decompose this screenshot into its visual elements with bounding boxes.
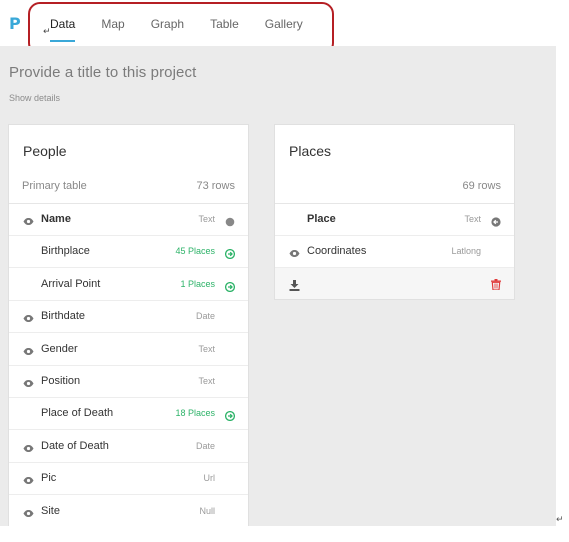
field-row[interactable]: Name Text [9, 204, 248, 236]
arrow-right-icon[interactable] [224, 246, 236, 260]
table-title[interactable]: Places [289, 143, 331, 159]
field-name[interactable]: Position [41, 375, 80, 387]
tab-graph[interactable]: Graph [151, 17, 184, 31]
bottom-strip [0, 526, 569, 542]
field-name[interactable]: Coordinates [307, 245, 366, 257]
field-name[interactable]: Name [41, 213, 71, 225]
return-mark-icon: ↵ [556, 514, 564, 524]
field-name[interactable]: Birthplace [41, 245, 90, 257]
field-row[interactable]: Arrival Point 1 Places [9, 269, 248, 301]
field-link-count[interactable]: 45 Places [175, 246, 215, 256]
field-row[interactable]: Date of Death Date [9, 431, 248, 463]
download-icon[interactable] [289, 278, 300, 296]
row-count: 73 rows [196, 180, 235, 192]
card-header: People Primary table 73 rows [9, 125, 248, 204]
field-name[interactable]: Gender [41, 343, 78, 355]
arrow-right-icon[interactable] [224, 279, 236, 292]
card-header: Places 69 rows [275, 125, 514, 204]
table-card-places: Places 69 rows Place Text Coordinates Latlo… [274, 124, 515, 300]
field-row[interactable]: Birthdate Date [9, 301, 248, 334]
eye-icon[interactable] [23, 311, 34, 323]
field-row[interactable]: Gender Text [9, 334, 248, 366]
eye-icon[interactable] [23, 473, 34, 485]
field-link-count[interactable]: 18 Places [175, 408, 215, 418]
field-type: Url [203, 473, 216, 484]
field-row[interactable]: Place of Death 18 Places [9, 398, 248, 431]
primary-table-label: Primary table [22, 180, 87, 192]
table-actions [275, 268, 514, 299]
field-type: Text [198, 214, 215, 224]
eye-icon[interactable] [23, 506, 34, 517]
row-count: 69 rows [462, 180, 501, 192]
trash-icon[interactable] [491, 277, 501, 295]
arrow-left-icon[interactable] [491, 214, 501, 227]
field-row[interactable]: Position Text [9, 366, 248, 398]
field-type: Null [199, 505, 215, 516]
arrow-right-icon[interactable] [224, 408, 236, 422]
field-row[interactable]: Birthplace 45 Places [9, 236, 248, 269]
field-type: Text [198, 376, 215, 386]
tab-table[interactable]: Table [210, 17, 239, 31]
tab-map[interactable]: Map [101, 17, 124, 31]
field-link-count[interactable]: 1 Places [180, 279, 215, 289]
field-name[interactable]: Birthdate [41, 310, 85, 322]
field-type: Date [195, 311, 215, 322]
main-tabs: Data Map Graph Table Gallery [50, 17, 329, 42]
tab-gallery[interactable]: Gallery [265, 17, 303, 31]
field-type: Date [195, 440, 215, 451]
field-name[interactable]: Place [307, 213, 336, 225]
field-name[interactable]: Place of Death [41, 407, 113, 419]
field-name[interactable]: Site [41, 505, 60, 517]
field-name[interactable]: Arrival Point [41, 278, 100, 290]
field-row[interactable]: Site Null [9, 496, 248, 528]
table-title[interactable]: People [23, 143, 67, 159]
eye-icon[interactable] [289, 246, 300, 258]
field-type: Text [464, 214, 481, 224]
project-title-input[interactable]: Provide a title to this project [9, 64, 196, 81]
field-type: Latlong [451, 246, 481, 257]
field-row[interactable]: Place Text [275, 204, 514, 236]
eye-icon[interactable] [23, 376, 34, 387]
top-bar: P ↵ Data Map Graph Table Gallery [0, 0, 569, 55]
field-row[interactable]: Pic Url [9, 463, 248, 496]
field-type: Text [198, 343, 215, 354]
tab-data[interactable]: Data [50, 17, 76, 42]
app-logo[interactable]: P [9, 14, 21, 33]
field-name[interactable]: Date of Death [41, 440, 109, 452]
eye-icon[interactable] [23, 344, 34, 355]
field-row[interactable]: Coordinates Latlong [275, 236, 514, 269]
data-workspace: Provide a title to this project Show det… [0, 46, 556, 542]
eye-icon[interactable] [23, 441, 34, 452]
show-details-link[interactable]: Show details [9, 93, 60, 103]
field-name[interactable]: Pic [41, 472, 56, 484]
table-card-people: People Primary table 73 rows Name Text Bir… [8, 124, 249, 542]
eye-icon[interactable] [23, 214, 34, 225]
dot-icon[interactable] [225, 214, 235, 227]
